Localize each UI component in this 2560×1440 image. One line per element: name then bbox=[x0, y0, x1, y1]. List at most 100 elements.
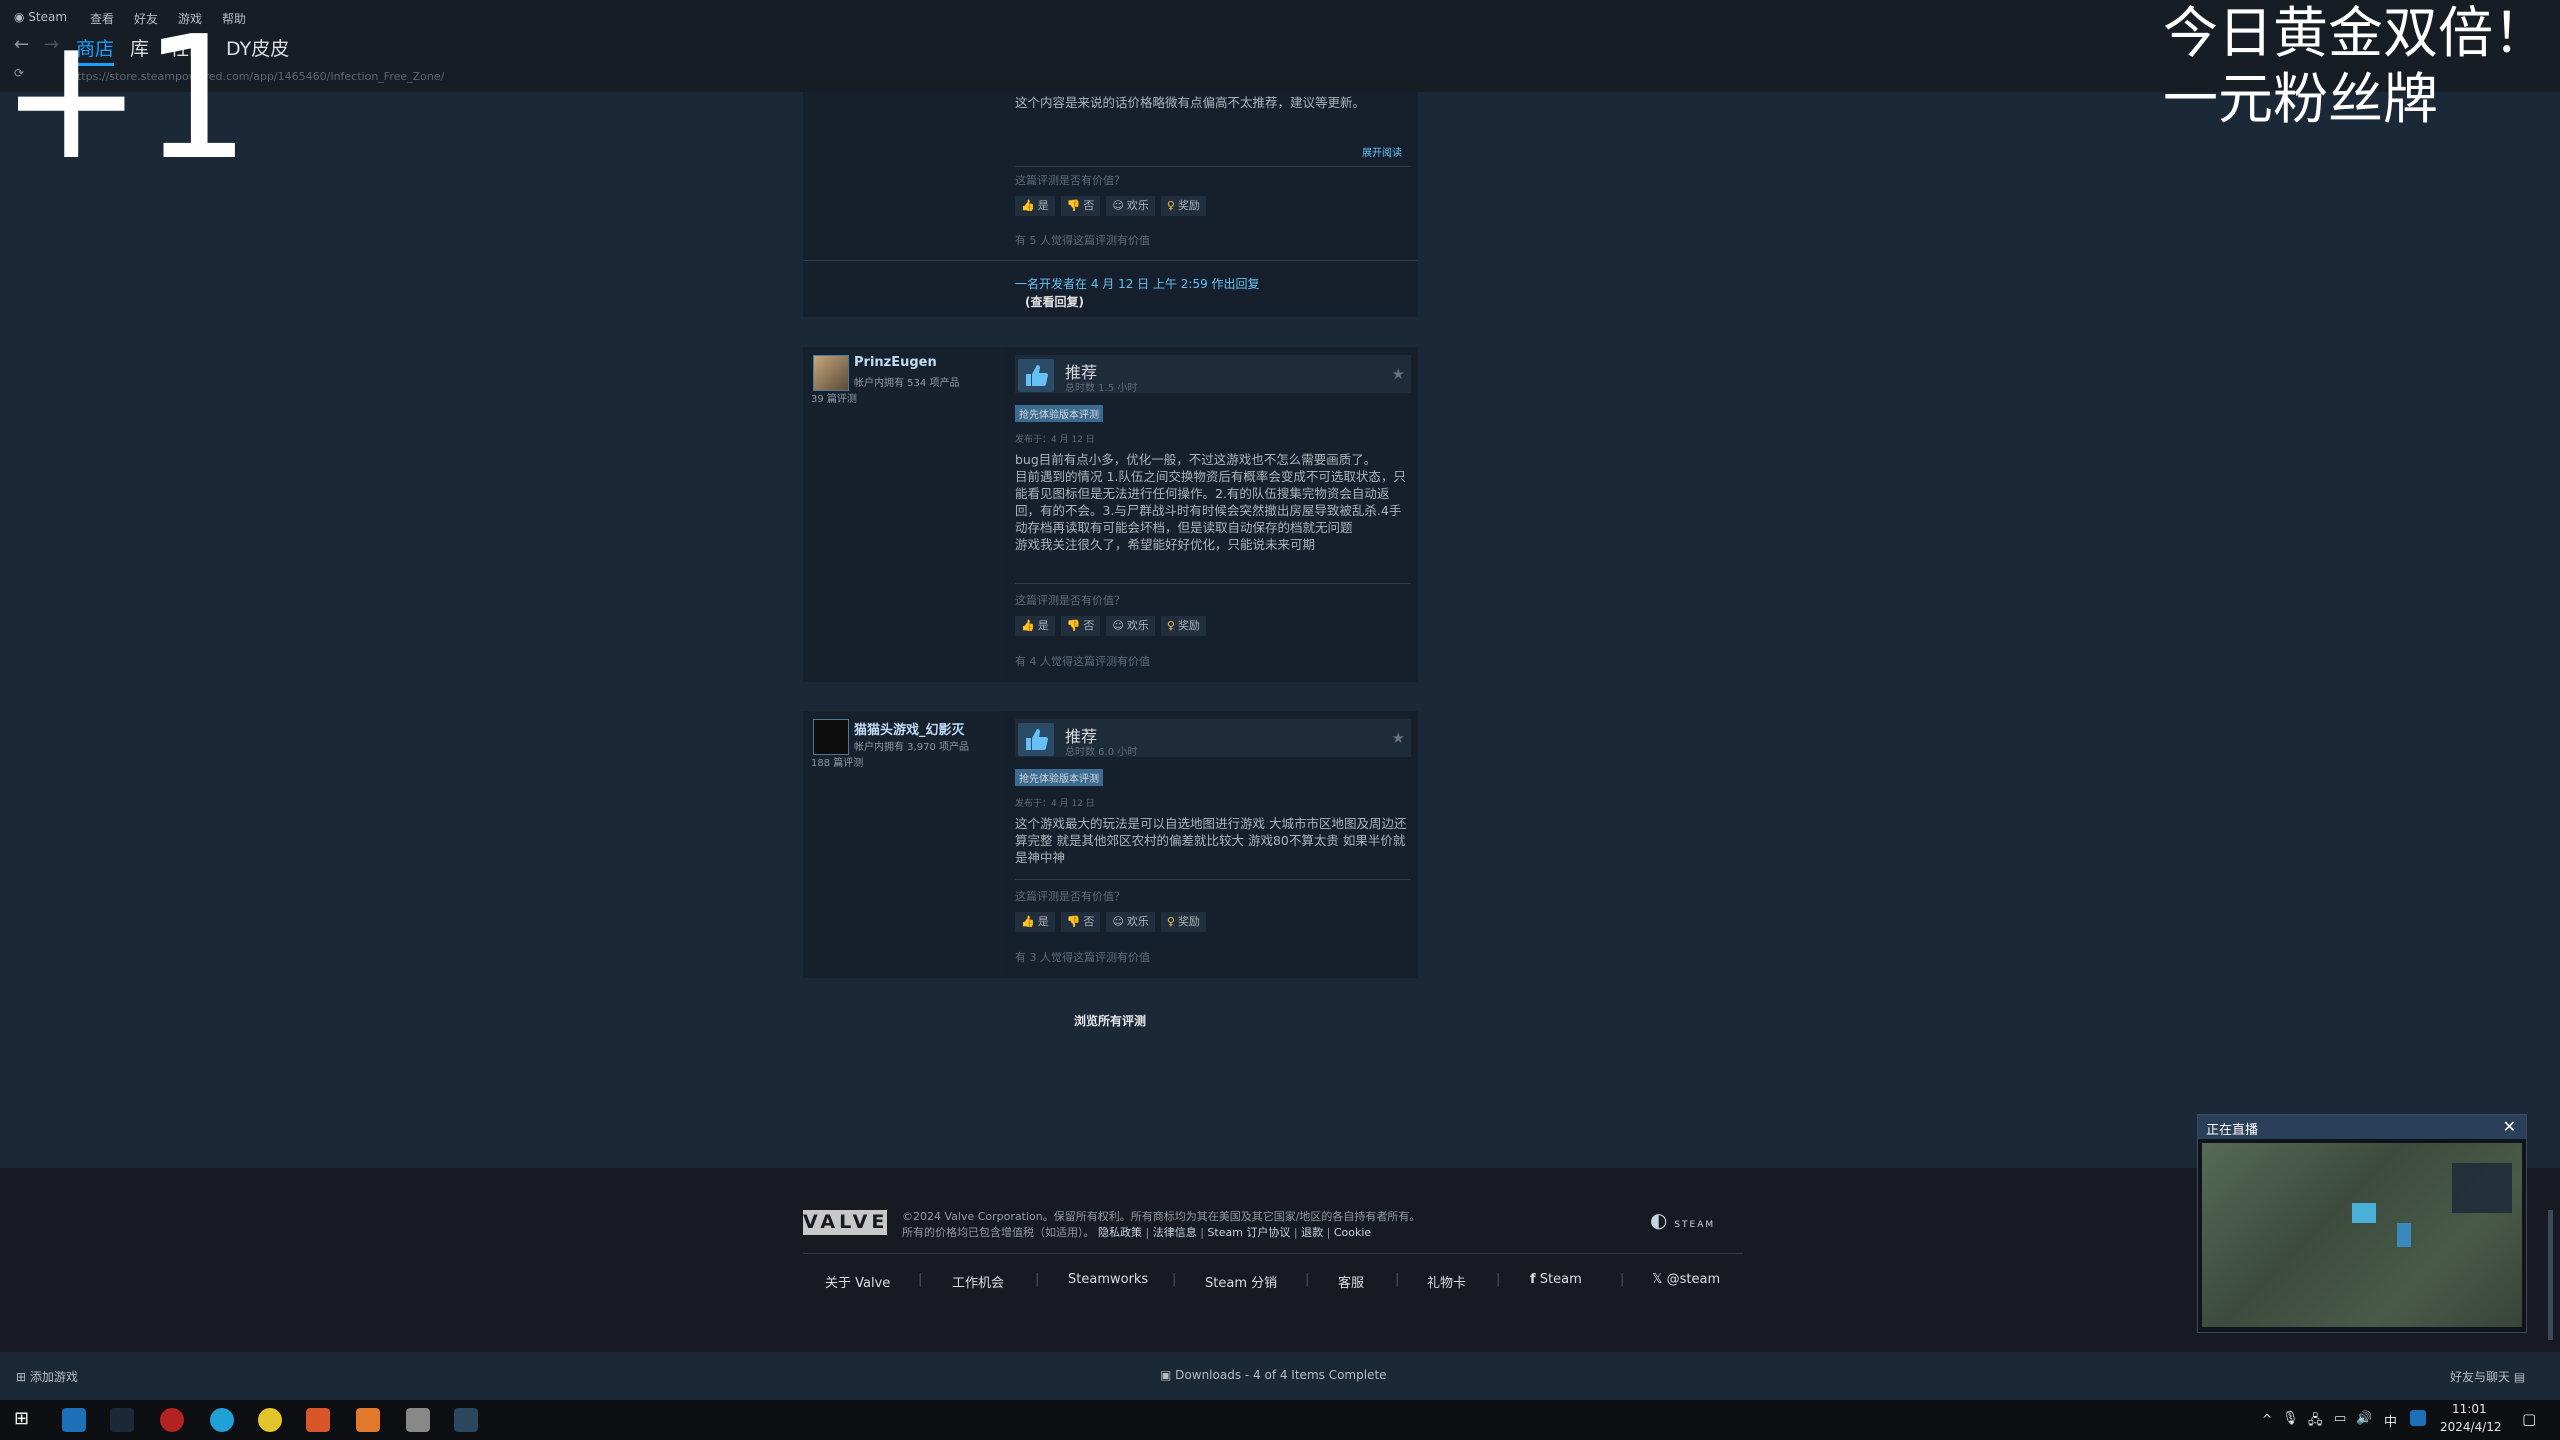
taskbar-app-icon[interactable] bbox=[62, 1408, 86, 1432]
helpful-count: 有 4 人觉得这篇评测有价值 bbox=[1015, 655, 1150, 668]
divider bbox=[803, 260, 1418, 261]
taskbar-app-icon[interactable] bbox=[356, 1408, 380, 1432]
tray-mic-icon[interactable]: 🎙 bbox=[2282, 1411, 2299, 1426]
star-icon[interactable]: ★ bbox=[1392, 729, 1405, 747]
cookie-link[interactable]: Cookie bbox=[1334, 1226, 1371, 1239]
chat-icon: ▤ bbox=[2513, 1370, 2526, 1384]
taskbar-steam-icon[interactable] bbox=[110, 1408, 134, 1432]
x-icon: 𝕏 bbox=[1652, 1272, 1663, 1287]
footer-separator: | bbox=[1035, 1272, 1040, 1287]
vote-yes-button[interactable]: 👍 是 bbox=[1015, 616, 1055, 636]
vote-no-button[interactable]: 👎 否 bbox=[1060, 616, 1101, 636]
recommendation-header[interactable]: 推荐 总时数 1.5 小时 ★ bbox=[1015, 355, 1411, 394]
divider bbox=[1015, 166, 1411, 167]
refunds-link[interactable]: 退款 bbox=[1301, 1226, 1323, 1239]
vote-award-button[interactable]: ♀ 奖励 bbox=[1160, 196, 1206, 216]
privacy-policy-link[interactable]: 隐私政策 bbox=[1098, 1226, 1142, 1239]
vote-award-button[interactable]: ♀ 奖励 bbox=[1160, 616, 1206, 636]
award-icon: ♀ bbox=[1166, 619, 1175, 632]
steam-logo[interactable]: ◐ STEAM bbox=[1650, 1208, 1745, 1236]
page-scrollbar[interactable] bbox=[2548, 1210, 2553, 1340]
vote-award-button[interactable]: ♀ 奖励 bbox=[1160, 912, 1206, 932]
stream-overlay-promo: 今日黄金双倍！ 一元粉丝牌 bbox=[2163, 0, 2548, 132]
taskbar-app-icon[interactable] bbox=[306, 1408, 330, 1432]
vote-no-button[interactable]: 👎 否 bbox=[1060, 196, 1101, 216]
live-preview-thumbnail[interactable] bbox=[2202, 1143, 2522, 1327]
live-stream-preview[interactable]: 正在直播 ✕ bbox=[2197, 1114, 2527, 1333]
review-text: bug目前有点小多，优化一般，不过这游戏也不怎么需要画质了。 目前遇到的情况 1… bbox=[1015, 452, 1406, 552]
tray-ime-indicator[interactable]: 中 bbox=[2384, 1411, 2397, 1430]
recommendation-header[interactable]: 推荐 总时数 6.0 小时 ★ bbox=[1015, 719, 1411, 758]
vote-row: 👍 是 👎 否 ☺ 欢乐 ♀ 奖励 bbox=[1015, 196, 1212, 218]
vote-funny-button[interactable]: ☺ 欢乐 bbox=[1106, 912, 1155, 932]
footer-link-distribution[interactable]: Steam 分销 bbox=[1205, 1272, 1277, 1291]
add-game-button[interactable]: ⊞ 添加游戏 bbox=[16, 1368, 78, 1385]
smile-icon: ☺ bbox=[1112, 199, 1124, 212]
award-icon: ♀ bbox=[1166, 915, 1175, 928]
valve-logo[interactable]: VALVE bbox=[803, 1210, 887, 1235]
tray-display-icon[interactable]: ▭ bbox=[2334, 1411, 2346, 1426]
tray-volume-icon[interactable]: 🔊 bbox=[2356, 1411, 2372, 1426]
tray-chevron-up-icon[interactable]: ^ bbox=[2262, 1412, 2272, 1426]
expand-review-link[interactable]: 展开阅读 bbox=[1362, 144, 1402, 159]
vote-funny-button[interactable]: ☺ 欢乐 bbox=[1106, 196, 1155, 216]
divider bbox=[1015, 583, 1411, 584]
friends-chat-button[interactable]: 好友与聊天 ▤ bbox=[2450, 1368, 2525, 1385]
subscriber-agreement-link[interactable]: Steam 订户协议 bbox=[1207, 1226, 1290, 1239]
taskbar-chrome-icon[interactable] bbox=[258, 1408, 282, 1432]
award-icon: ♀ bbox=[1166, 199, 1175, 212]
vote-funny-button[interactable]: ☺ 欢乐 bbox=[1106, 616, 1155, 636]
footer-separator: | bbox=[1395, 1272, 1400, 1287]
taskbar-app-icon[interactable] bbox=[406, 1408, 430, 1432]
map-hud-panel bbox=[2452, 1163, 2512, 1213]
plus-icon: ⊞ bbox=[16, 1370, 27, 1384]
vote-no-button[interactable]: 👎 否 bbox=[1060, 912, 1101, 932]
reviewer-column: 猫猫头游戏_幻影灭 帐户内拥有 3,970 项产品 188 篇评测 bbox=[803, 711, 1005, 978]
windows-start-icon[interactable]: ⊞ bbox=[14, 1408, 29, 1429]
download-icon: ▣ bbox=[1160, 1368, 1172, 1382]
thumbs-up-icon bbox=[1018, 359, 1054, 392]
vote-yes-button[interactable]: 👍 是 bbox=[1015, 912, 1055, 932]
browse-all-reviews-link[interactable]: 浏览所有评测 bbox=[1074, 1012, 1146, 1029]
helpful-count: 有 5 人觉得这篇评测有价值 bbox=[1015, 234, 1150, 247]
downloads-status[interactable]: ▣ Downloads - 4 of 4 Items Complete bbox=[1160, 1368, 1387, 1382]
smile-icon: ☺ bbox=[1112, 619, 1124, 632]
star-icon[interactable]: ★ bbox=[1392, 365, 1405, 383]
vote-yes-button[interactable]: 👍 是 bbox=[1015, 196, 1055, 216]
taskbar-browser-icon[interactable] bbox=[210, 1408, 234, 1432]
footer-link-jobs[interactable]: 工作机会 bbox=[952, 1272, 1004, 1291]
taskbar-steam-icon[interactable] bbox=[454, 1408, 478, 1432]
clock-time[interactable]: 11:01 bbox=[2452, 1402, 2487, 1416]
footer-link-gift-cards[interactable]: 礼物卡 bbox=[1427, 1272, 1466, 1291]
footer-link-x[interactable]: 𝕏 @steam bbox=[1652, 1272, 1720, 1287]
reviewer-name[interactable]: PrinzEugen bbox=[854, 355, 937, 370]
review-text: 这个内容是来说的话价格略微有点偏高不太推荐，建议等更新。 bbox=[1015, 95, 1366, 110]
taskbar-record-icon[interactable] bbox=[160, 1408, 184, 1432]
view-reply-link[interactable]: (查看回复) bbox=[1025, 293, 1084, 310]
clock-date[interactable]: 2024/4/12 bbox=[2440, 1420, 2502, 1434]
legal-info-link[interactable]: 法律信息 bbox=[1153, 1226, 1197, 1239]
footer-link-facebook[interactable]: f Steam bbox=[1530, 1272, 1582, 1287]
avatar[interactable] bbox=[813, 719, 849, 755]
helpful-question: 这篇评测是否有价值？ bbox=[1015, 890, 1125, 903]
live-preview-title: 正在直播 bbox=[2206, 1123, 2259, 1138]
thumbs-up-icon: 👍 bbox=[1021, 915, 1035, 928]
reviewer-name[interactable]: 猫猫头游戏_幻影灭 bbox=[854, 719, 965, 738]
reviewer-review-count[interactable]: 188 篇评测 bbox=[811, 754, 863, 769]
thumbs-up-icon: 👍 bbox=[1021, 199, 1035, 212]
avatar[interactable] bbox=[813, 355, 849, 391]
developer-reply-link[interactable]: 一名开发者在 4 月 12 日 上午 2:59 作出回复 bbox=[1015, 275, 1260, 292]
live-preview-header: 正在直播 ✕ bbox=[2198, 1115, 2526, 1139]
footer-link-about-valve[interactable]: 关于 Valve bbox=[825, 1272, 890, 1291]
notification-icon[interactable]: ▢ bbox=[2522, 1410, 2536, 1428]
footer-link-steamworks[interactable]: Steamworks bbox=[1068, 1272, 1148, 1287]
reviewer-owned-products: 帐户内拥有 534 项产品 bbox=[854, 378, 960, 389]
review-card: 猫猫头游戏_幻影灭 帐户内拥有 3,970 项产品 188 篇评测 推荐 总时数… bbox=[803, 711, 1418, 978]
copyright-text: ©2024 Valve Corporation。保留所有权利。所有商标均为其在美… bbox=[902, 1210, 1421, 1223]
tray-app-icon[interactable] bbox=[2410, 1410, 2426, 1426]
close-icon[interactable]: ✕ bbox=[2503, 1117, 2516, 1136]
footer-separator: | bbox=[1305, 1272, 1310, 1287]
reviewer-review-count[interactable]: 39 篇评测 bbox=[811, 390, 857, 405]
footer-link-support[interactable]: 客服 bbox=[1338, 1272, 1364, 1291]
tray-network-icon[interactable]: 🖧 bbox=[2308, 1411, 2323, 1433]
